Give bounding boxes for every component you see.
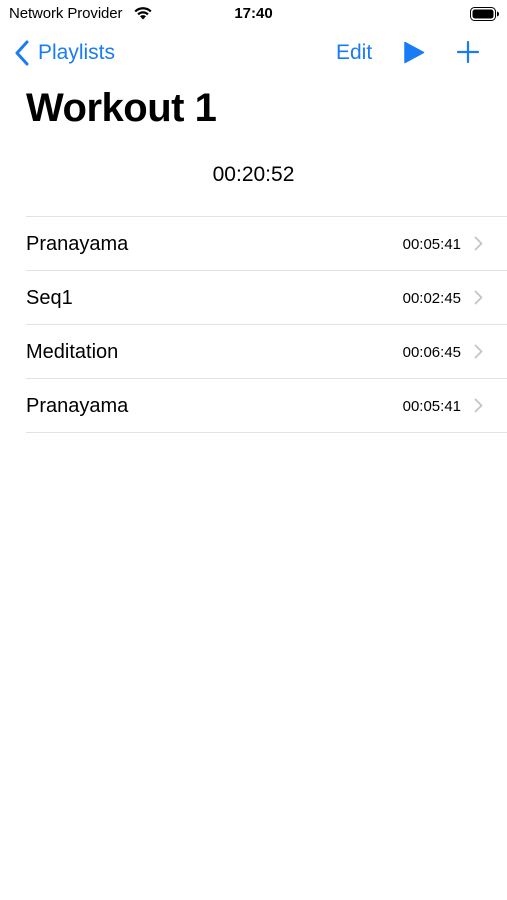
play-icon[interactable] bbox=[403, 41, 425, 64]
item-title: Seq1 bbox=[26, 287, 73, 309]
total-duration: 00:20:52 bbox=[212, 163, 295, 186]
list-item[interactable]: Meditation 00:06:45 bbox=[26, 325, 507, 379]
list-item[interactable]: Pranayama 00:05:41 bbox=[26, 217, 507, 271]
battery-icon bbox=[470, 7, 499, 21]
playlist-list: Pranayama 00:05:41 Seq1 00:02:45 Meditat… bbox=[26, 216, 507, 433]
item-duration: 00:05:41 bbox=[402, 236, 461, 253]
page-title: Workout 1 bbox=[26, 86, 217, 130]
list-item[interactable]: Seq1 00:02:45 bbox=[26, 271, 507, 325]
chevron-right-icon bbox=[474, 236, 483, 251]
status-time: 17:40 bbox=[234, 5, 273, 22]
item-title: Pranayama bbox=[26, 233, 129, 255]
plus-icon[interactable] bbox=[456, 40, 480, 64]
chevron-left-icon bbox=[15, 40, 29, 66]
back-button[interactable]: Playlists bbox=[14, 38, 115, 68]
list-item[interactable]: Pranayama 00:05:41 bbox=[26, 379, 507, 433]
item-duration: 00:06:45 bbox=[402, 344, 461, 361]
chevron-right-icon bbox=[474, 398, 483, 413]
navigation-bar: Playlists Edit bbox=[0, 30, 507, 76]
status-bar: Network Provider 17:40 bbox=[0, 0, 507, 28]
edit-button[interactable]: Edit bbox=[336, 41, 372, 65]
chevron-right-icon bbox=[474, 344, 483, 359]
item-duration: 00:05:41 bbox=[402, 398, 461, 415]
item-title: Pranayama bbox=[26, 395, 129, 417]
item-duration: 00:02:45 bbox=[402, 290, 461, 307]
back-button-label: Playlists bbox=[38, 41, 116, 64]
screen: Network Provider 17:40 Playlists Edit Wo… bbox=[0, 0, 507, 900]
item-title: Meditation bbox=[26, 341, 119, 363]
chevron-right-icon bbox=[474, 290, 483, 305]
